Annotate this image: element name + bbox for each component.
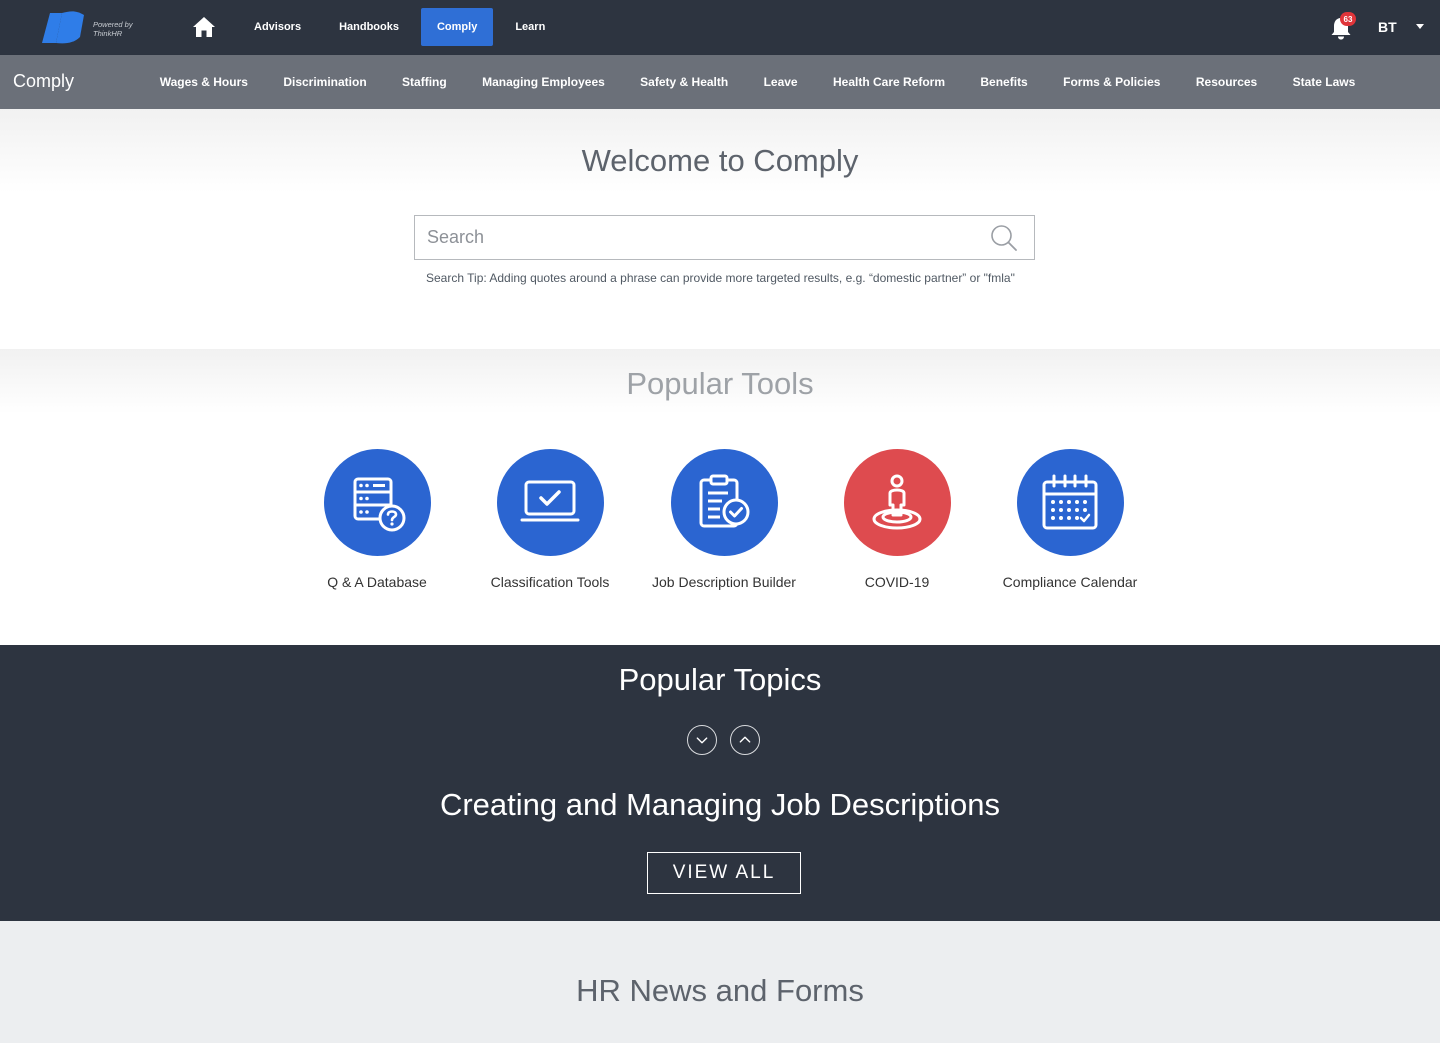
notification-badge: 63 bbox=[1340, 12, 1356, 26]
tool-circle bbox=[496, 449, 604, 556]
chevron-down-icon[interactable] bbox=[687, 725, 717, 755]
tool-circle bbox=[1016, 449, 1124, 556]
topnav-handbooks[interactable]: Handbooks bbox=[323, 8, 415, 46]
view-all-button[interactable]: VIEW ALL bbox=[647, 852, 801, 894]
search-tip: Search Tip: Adding quotes around a phras… bbox=[426, 271, 1015, 285]
tool-job-description-builder[interactable]: Job Description Builder bbox=[639, 449, 809, 592]
subnav-item-managing-employees[interactable]: Managing Employees bbox=[464, 75, 622, 89]
tool-label: Q & A Database bbox=[327, 574, 427, 590]
hr-news-section: HR News and Forms bbox=[0, 921, 1440, 1043]
tool-label: Classification Tools bbox=[490, 574, 610, 590]
tool-classification-tools[interactable]: Classification Tools bbox=[465, 449, 635, 592]
laptop-check-icon bbox=[520, 480, 580, 521]
topnav-learn[interactable]: Learn bbox=[499, 8, 561, 46]
subnav-item-staffing[interactable]: Staffing bbox=[384, 75, 464, 89]
tool-label: COVID-19 bbox=[864, 574, 930, 590]
thinkhr-logo[interactable] bbox=[40, 9, 88, 47]
popular-tools-title: Popular Tools bbox=[626, 366, 814, 401]
top-bar: Powered by ThinkHR Advisors Handbooks Co… bbox=[0, 0, 1440, 55]
subnav-item-state-laws[interactable]: State Laws bbox=[1275, 75, 1373, 89]
home-icon[interactable] bbox=[191, 14, 217, 40]
calendar-icon bbox=[1042, 474, 1098, 529]
clipboard-check-icon bbox=[699, 474, 750, 527]
page-title: Welcome to Comply bbox=[581, 143, 859, 178]
tool-label: Compliance Calendar bbox=[1002, 574, 1138, 590]
subnav-item-wages-hours[interactable]: Wages & Hours bbox=[142, 75, 266, 89]
logo-caption: Powered by ThinkHR bbox=[93, 20, 133, 38]
topnav-advisors[interactable]: Advisors bbox=[238, 8, 317, 46]
current-topic-title[interactable]: Creating and Managing Job Descriptions bbox=[0, 787, 1440, 823]
tool-circle bbox=[670, 449, 778, 556]
search-input[interactable] bbox=[427, 216, 987, 259]
top-nav: Advisors Handbooks Comply Learn bbox=[238, 8, 561, 46]
subnav-item-discrimination[interactable]: Discrimination bbox=[266, 75, 385, 89]
welcome-section: Welcome to Comply Search Tip: Adding quo… bbox=[0, 109, 1440, 349]
chevron-down-icon[interactable] bbox=[1416, 24, 1424, 29]
popular-topics-section: Popular Topics Creating and Managing Job… bbox=[0, 645, 1440, 921]
subnav-item-safety-health[interactable]: Safety & Health bbox=[622, 75, 745, 89]
subnav-item-forms-policies[interactable]: Forms & Policies bbox=[1045, 75, 1178, 89]
user-initials[interactable]: BT bbox=[1378, 19, 1397, 35]
comply-subnav: Comply Wages & Hours Discrimination Staf… bbox=[0, 55, 1440, 109]
topnav-comply[interactable]: Comply bbox=[420, 8, 494, 46]
database-question-icon bbox=[353, 477, 406, 531]
tool-compliance-calendar[interactable]: Compliance Calendar bbox=[985, 449, 1155, 592]
person-distance-icon bbox=[872, 474, 922, 529]
chevron-up-icon[interactable] bbox=[730, 725, 760, 755]
search-box bbox=[414, 215, 1035, 260]
subnav-item-resources[interactable]: Resources bbox=[1178, 75, 1275, 89]
subnav-item-leave[interactable]: Leave bbox=[746, 75, 815, 89]
tool-qa-database[interactable]: Q & A Database bbox=[292, 449, 462, 592]
tool-circle bbox=[843, 449, 951, 556]
subnav-item-benefits[interactable]: Benefits bbox=[963, 75, 1046, 89]
popular-topics-title: Popular Topics bbox=[618, 662, 822, 697]
subnav-title: Comply bbox=[13, 71, 75, 91]
subnav-item-health-care-reform[interactable]: Health Care Reform bbox=[815, 75, 962, 89]
tool-circle bbox=[323, 449, 431, 556]
tool-covid-19[interactable]: COVID-19 bbox=[812, 449, 982, 592]
tool-label: Job Description Builder bbox=[652, 574, 796, 590]
search-icon[interactable] bbox=[990, 224, 1018, 252]
subnav-items: Wages & Hours Discrimination Staffing Ma… bbox=[142, 55, 1373, 109]
popular-tools-section: Popular Tools Q & A Database Classificat… bbox=[0, 349, 1440, 645]
hr-news-title: HR News and Forms bbox=[576, 973, 864, 1008]
